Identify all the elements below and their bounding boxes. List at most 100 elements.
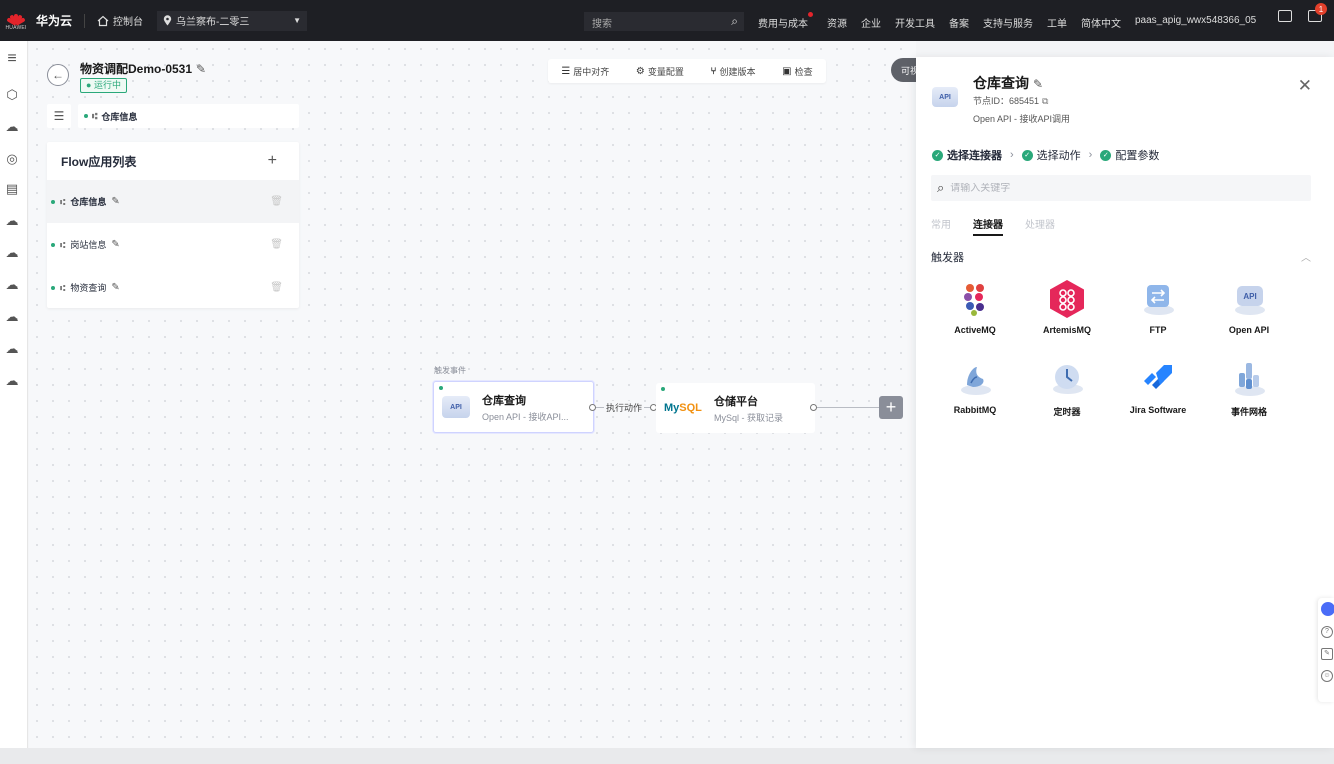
trigger-event-label: 触发事件 [434,366,466,375]
menu-tickets[interactable]: 工单 [1047,15,1067,30]
artemismq-icon [1047,279,1087,319]
connector-name: Jira Software [1129,405,1187,415]
huawei-flower-icon [6,10,26,26]
node-title: 仓库查询 [482,394,526,407]
list-toggle-button[interactable]: ☰ [47,104,71,128]
cloud-service-icon[interactable]: ☁ [4,309,20,325]
edit-pencil-icon[interactable]: ✎ [111,196,119,207]
list-item-label: 物资查询 [70,283,107,293]
center-align-label: 居中对齐 [573,66,610,77]
chevron-right-icon: › [1010,149,1014,161]
check-button[interactable]: ▣ 检查 [782,65,812,78]
arrow-left-icon: ← [52,68,64,82]
help-icon[interactable]: ? [1321,626,1333,638]
running-dot [661,387,665,391]
mail-icon[interactable]: 1 [1308,3,1327,22]
connector-event-grid[interactable]: 事件网格 [1214,359,1284,418]
brand-name[interactable]: 华为云 [36,12,72,29]
connector-search-input[interactable] [950,182,1291,194]
chat-assistant-icon[interactable] [1321,602,1334,616]
connector-timer[interactable]: 定时器 [1032,359,1102,418]
edit-pencil-icon[interactable]: ✎ [111,239,119,250]
list-item[interactable]: ⑆ 仓库信息 ✎ 🗑 [47,180,299,223]
node-description: Open API - 接收API调用 [973,114,1071,124]
open-api-icon: API [932,87,960,111]
menu-cost[interactable]: 费用与成本 [758,15,808,30]
status-text: 运行中 [93,80,121,90]
target-service-icon[interactable]: ◎ [4,151,20,167]
close-icon[interactable]: ✕ [1298,76,1312,96]
hamburger-menu-icon[interactable]: ≡ [4,51,20,67]
connector-rabbitmq[interactable]: RabbitMQ [940,359,1010,415]
menu-icp[interactable]: 备案 [949,15,969,30]
cube-service-icon[interactable]: ⬡ [4,87,20,103]
console-label: 控制台 [113,17,144,28]
menu-resources[interactable]: 资源 [827,15,847,30]
menu-enterprise[interactable]: 企业 [861,15,881,30]
branch-icon: ⑂ [710,65,717,77]
edit-pencil-icon[interactable]: ✎ [111,282,119,293]
trigger-node[interactable]: API 仓库查询 Open API - 接收API... [433,381,594,433]
connector-open-api[interactable]: API Open API [1214,279,1284,335]
back-button[interactable]: ← [47,64,69,86]
book-service-icon[interactable]: ▤ [4,181,20,197]
node-output-port[interactable] [589,404,596,411]
connector-activemq[interactable]: ActiveMQ [940,279,1010,335]
node-output-port[interactable] [810,404,817,411]
region-selector[interactable]: 乌兰察布-二零三 ▼ [157,10,308,31]
cloud-service-icon[interactable]: ☁ [4,213,20,229]
menu-account[interactable]: paas_apig_wwx548366_05 [1135,15,1256,30]
cloud-service-icon[interactable]: ☁ [4,119,20,135]
add-node-button[interactable]: + [879,396,903,419]
trash-icon[interactable]: 🗑 [270,196,283,207]
flow-title: 物资调配Demo-0531 ✎ [80,60,206,77]
smile-icon[interactable]: ☺ [1321,670,1333,682]
trigger-section-header[interactable]: 触发器 ︿ [931,249,1311,265]
connector-jira[interactable]: Jira Software [1123,359,1193,415]
node-config-panel: API 仓库查询 ✎ 节点ID：685451 ⧉ Open API - 接收API调… [916,57,1334,748]
menu-support[interactable]: 支持与服务 [983,15,1033,30]
connector-name: RabbitMQ [953,405,997,415]
cloud-service-icon[interactable]: ☁ [4,341,20,357]
feedback-icon[interactable]: ✎ [1321,648,1333,660]
floating-helpers: ? ✎ ☺ [1318,598,1334,702]
create-version-button[interactable]: ⑂ 创建版本 [711,65,756,78]
huawei-logo[interactable]: HUAWEI [2,0,30,41]
cloud-service-icon[interactable]: ☁ [4,373,20,389]
flow-icon: ⑆ [60,196,66,207]
search-icon: ⌕ [937,180,945,195]
center-align-button[interactable]: ☰ 居中对齐 [561,65,609,78]
terminal-icon[interactable] [1278,10,1292,22]
connector-artemismq[interactable]: ArtemisMQ [1032,279,1102,335]
connector-ftp[interactable]: FTP [1123,279,1193,335]
global-search-input[interactable]: 搜索 ⌕ [584,12,744,31]
copy-icon[interactable]: ⧉ [1042,96,1048,106]
trash-icon[interactable]: 🗑 [270,239,283,250]
cloud-service-icon[interactable]: ☁ [4,245,20,261]
current-flow-breadcrumb[interactable]: ⑆ 仓库信息 [78,104,299,128]
menu-dev-tools[interactable]: 开发工具 [895,15,935,30]
step-select-action[interactable]: 选择动作 [1037,147,1081,163]
step-config-params[interactable]: 配置参数 [1115,147,1159,163]
tab-connectors[interactable]: 连接器 [973,216,1003,236]
list-item[interactable]: ⑆ 岗站信息 ✎ 🗑 [47,223,299,266]
console-link[interactable]: 控制台 [97,13,143,28]
action-node[interactable]: MySQL 仓储平台 MySql - 获取记录 [656,383,815,433]
check-circle-icon: ✓ [1100,149,1112,161]
flow-list-header: Flow应用列表 + [47,142,299,180]
step-select-connector[interactable]: 选择连接器 [947,147,1002,163]
edit-pencil-icon[interactable]: ✎ [1033,77,1043,91]
add-flow-button[interactable]: + [268,152,277,170]
edit-pencil-icon[interactable]: ✎ [196,62,206,76]
list-item[interactable]: ⑆ 物资查询 ✎ 🗑 [47,266,299,309]
tab-common[interactable]: 常用 [931,216,951,236]
connector-name: FTP [1149,325,1167,335]
trash-icon[interactable]: 🗑 [270,282,283,293]
tab-processors[interactable]: 处理器 [1025,216,1055,236]
chevron-up-icon: ︿ [1301,253,1311,264]
variable-config-button[interactable]: ⚙ 变量配置 [636,65,684,78]
search-icon[interactable]: ⌕ [731,14,738,29]
running-dot [84,114,88,118]
cloud-service-icon[interactable]: ☁ [4,277,20,293]
menu-language[interactable]: 简体中文 [1081,15,1121,30]
